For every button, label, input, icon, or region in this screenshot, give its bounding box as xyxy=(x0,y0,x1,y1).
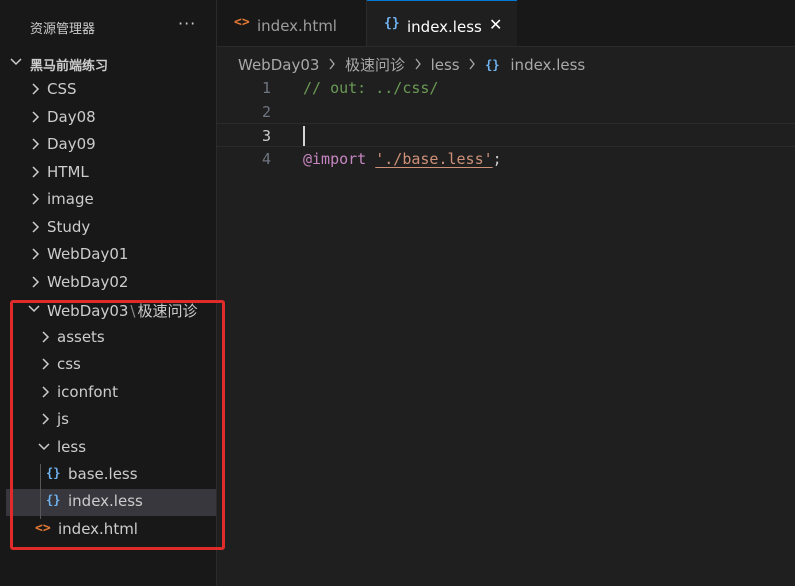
folder-css-sub[interactable]: css xyxy=(0,352,216,379)
chevron-right-icon xyxy=(32,276,40,288)
chevron-right-icon xyxy=(32,193,40,205)
tab-index-html[interactable]: <> index.html xyxy=(217,0,367,46)
folder-label: less xyxy=(57,438,87,456)
breadcrumb-item[interactable]: 极速问诊 xyxy=(345,54,405,75)
chevron-right-icon xyxy=(468,56,476,74)
less-file-icon: {} xyxy=(384,16,400,31)
less-file-icon: {} xyxy=(46,466,61,480)
folder-label: CSS xyxy=(47,80,77,98)
chevron-right-icon xyxy=(32,166,40,178)
folder-js[interactable]: js xyxy=(0,407,216,434)
less-file-icon: {} xyxy=(46,493,61,507)
folder-label: js xyxy=(57,410,69,428)
tab-index-less[interactable]: {} index.less ✕ xyxy=(367,0,517,46)
chevron-right-icon xyxy=(414,56,422,74)
folder-label: HTML xyxy=(47,163,89,181)
code-line: 2 xyxy=(217,100,795,124)
compact-folder-part2: 极速问诊 xyxy=(137,302,198,320)
line-number: 4 xyxy=(261,150,271,168)
explorer-sidebar: 资源管理器 ··· 黑马前端练习 CSS Day08 Day09 HTML im… xyxy=(0,0,217,586)
folder-less[interactable]: less xyxy=(0,435,216,462)
breadcrumb-item[interactable]: index.less xyxy=(510,56,585,74)
close-icon[interactable]: ✕ xyxy=(489,15,502,34)
folder-label: Day08 xyxy=(47,108,96,126)
file-index-html[interactable]: <> index.html xyxy=(0,517,216,544)
folder-image[interactable]: image xyxy=(0,187,216,214)
folder-webday03-compact[interactable]: WebDay03 \ 极速问诊 xyxy=(0,297,216,324)
file-base-less[interactable]: {} base.less xyxy=(0,462,216,489)
folder-label: image xyxy=(47,190,94,208)
folder-label: css xyxy=(57,355,81,373)
editor-tabbar: <> index.html {} index.less ✕ xyxy=(217,0,795,47)
more-actions-icon[interactable]: ··· xyxy=(178,14,196,33)
folder-label: WebDay01 xyxy=(47,245,129,263)
indent-guide xyxy=(40,464,41,519)
chevron-down-icon xyxy=(28,305,40,313)
chevron-right-icon xyxy=(42,386,50,398)
chevron-right-icon xyxy=(42,413,50,425)
tab-label: index.less xyxy=(407,18,482,36)
chevron-right-icon xyxy=(32,248,40,260)
line-number: 1 xyxy=(261,79,271,97)
chevron-down-icon xyxy=(38,443,50,451)
code-punctuation: ; xyxy=(492,150,502,168)
tab-label: index.html xyxy=(257,17,337,35)
folder-label: Day09 xyxy=(47,135,96,153)
code-editor[interactable]: 1 // out: ../css/ 2 3 4 @import './base.… xyxy=(217,76,795,586)
less-file-icon: {} xyxy=(485,57,500,72)
folder-assets[interactable]: assets xyxy=(0,325,216,352)
folder-day08[interactable]: Day08 xyxy=(0,105,216,132)
chevron-right-icon xyxy=(42,331,50,343)
code-import-statement: @import './base.less'; xyxy=(303,150,502,168)
folder-webday02[interactable]: WebDay02 xyxy=(0,270,216,297)
folder-day09[interactable]: Day09 xyxy=(0,132,216,159)
file-label: base.less xyxy=(68,465,138,483)
file-index-less[interactable]: {} index.less xyxy=(6,489,216,516)
code-line-current: 3 xyxy=(217,123,795,147)
chevron-down-icon xyxy=(10,58,22,66)
chevron-right-icon xyxy=(42,358,50,370)
chevron-right-icon xyxy=(32,83,40,95)
folder-webday01[interactable]: WebDay01 xyxy=(0,242,216,269)
breadcrumb-item[interactable]: less xyxy=(431,56,460,74)
code-line: 1 // out: ../css/ xyxy=(217,76,795,100)
workspace-root-label: 黑马前端练习 xyxy=(30,59,109,74)
line-number: 3 xyxy=(261,127,271,145)
compact-folder-separator: \ xyxy=(130,302,136,320)
breadcrumb: WebDay03 极速问诊 less {} index.less xyxy=(238,54,585,75)
code-keyword: @import xyxy=(303,150,367,168)
file-label: index.less xyxy=(68,492,143,510)
folder-html[interactable]: HTML xyxy=(0,160,216,187)
folder-study[interactable]: Study xyxy=(0,215,216,242)
chevron-right-icon xyxy=(328,56,336,74)
line-number: 2 xyxy=(261,103,271,121)
workspace-root[interactable]: 黑马前端练习 xyxy=(0,50,216,77)
html-file-icon: <> xyxy=(234,15,250,30)
folder-label: assets xyxy=(57,328,105,346)
folder-css[interactable]: CSS xyxy=(0,77,216,104)
folder-label: iconfont xyxy=(57,383,118,401)
code-string: './base.less' xyxy=(375,150,493,168)
chevron-right-icon xyxy=(32,221,40,233)
text-cursor xyxy=(303,126,305,146)
explorer-header: 资源管理器 ··· xyxy=(0,0,216,50)
folder-label: Study xyxy=(47,218,91,236)
file-label: index.html xyxy=(58,520,138,538)
chevron-right-icon xyxy=(32,138,40,150)
breadcrumb-item[interactable]: WebDay03 xyxy=(238,56,319,74)
code-comment: // out: ../css/ xyxy=(303,79,439,97)
folder-iconfont[interactable]: iconfont xyxy=(0,380,216,407)
code-line: 4 @import './base.less'; xyxy=(217,147,795,171)
compact-folder-part1: WebDay03 xyxy=(47,302,129,320)
explorer-title: 资源管理器 xyxy=(30,22,96,37)
folder-label: WebDay02 xyxy=(47,273,129,291)
html-file-icon: <> xyxy=(35,521,51,536)
compact-folder-label: WebDay03 \ 极速问诊 xyxy=(47,300,198,321)
chevron-right-icon xyxy=(32,111,40,123)
